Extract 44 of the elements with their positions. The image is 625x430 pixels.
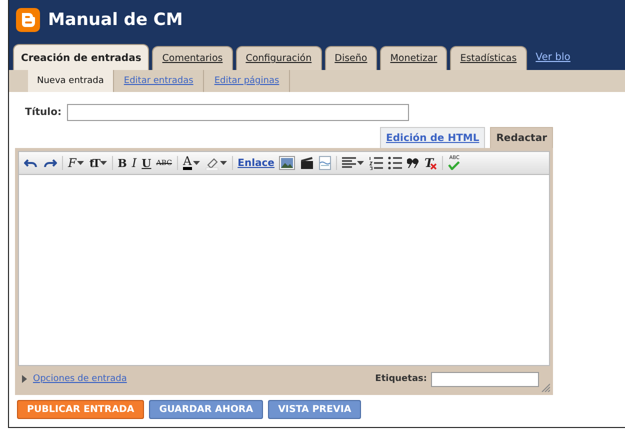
caret-icon[interactable] bbox=[192, 160, 200, 165]
nav-tab[interactable]: Estadísticas bbox=[450, 46, 527, 70]
expand-arrow-icon[interactable] bbox=[22, 375, 27, 383]
font-button[interactable]: F bbox=[68, 157, 84, 169]
caret-icon[interactable] bbox=[100, 161, 107, 165]
highlight-button[interactable] bbox=[204, 156, 227, 170]
underline-button[interactable]: U bbox=[142, 158, 152, 168]
title-input[interactable] bbox=[67, 104, 410, 121]
caret-icon[interactable] bbox=[220, 161, 227, 165]
nav-tab[interactable]: Comentarios bbox=[152, 46, 233, 70]
subtab[interactable]: Editar entradas bbox=[114, 70, 204, 92]
align-button[interactable] bbox=[342, 157, 364, 169]
view-blog-link[interactable]: Ver blo bbox=[530, 52, 570, 70]
film-icon[interactable] bbox=[300, 156, 314, 170]
quote-icon[interactable] bbox=[407, 158, 420, 168]
clear-format-button[interactable]: T bbox=[424, 156, 438, 170]
page-break-icon[interactable] bbox=[319, 156, 332, 170]
subtab[interactable]: Editar páginas bbox=[204, 70, 290, 92]
numbered-list-icon[interactable] bbox=[369, 156, 384, 170]
bold-button[interactable]: B bbox=[118, 158, 127, 168]
editor-mode-tab[interactable]: Edición de HTML bbox=[380, 127, 486, 148]
caret-icon[interactable] bbox=[77, 161, 84, 165]
italic-button[interactable]: I bbox=[132, 157, 137, 169]
link-button[interactable]: Enlace bbox=[238, 158, 274, 168]
labels-input[interactable] bbox=[431, 372, 539, 386]
image-icon[interactable] bbox=[279, 156, 296, 170]
undo-icon[interactable] bbox=[24, 157, 38, 169]
blog-title: Manual de CM bbox=[48, 10, 183, 30]
resize-grip-icon[interactable] bbox=[541, 383, 550, 392]
nav-tab[interactable]: Configuración bbox=[236, 46, 322, 70]
logo-icon bbox=[16, 8, 40, 32]
nav-tab[interactable]: Diseño bbox=[324, 46, 378, 70]
editor-mode-tab[interactable]: Redactar bbox=[490, 127, 553, 148]
redo-icon[interactable] bbox=[43, 157, 57, 169]
nav-tab[interactable]: Monetizar bbox=[380, 46, 448, 70]
title-label: Título: bbox=[25, 107, 62, 118]
bullet-list-icon[interactable] bbox=[388, 156, 402, 170]
nav-tab[interactable]: Creación de entradas bbox=[13, 44, 150, 70]
caret-icon[interactable] bbox=[357, 161, 364, 165]
text-size-button[interactable]: tT bbox=[89, 158, 107, 168]
text-color-button[interactable]: A bbox=[182, 156, 200, 170]
labels-label: Etiquetas: bbox=[375, 374, 427, 384]
check-icon bbox=[448, 161, 460, 170]
subtab[interactable]: Nueva entrada bbox=[28, 70, 114, 92]
